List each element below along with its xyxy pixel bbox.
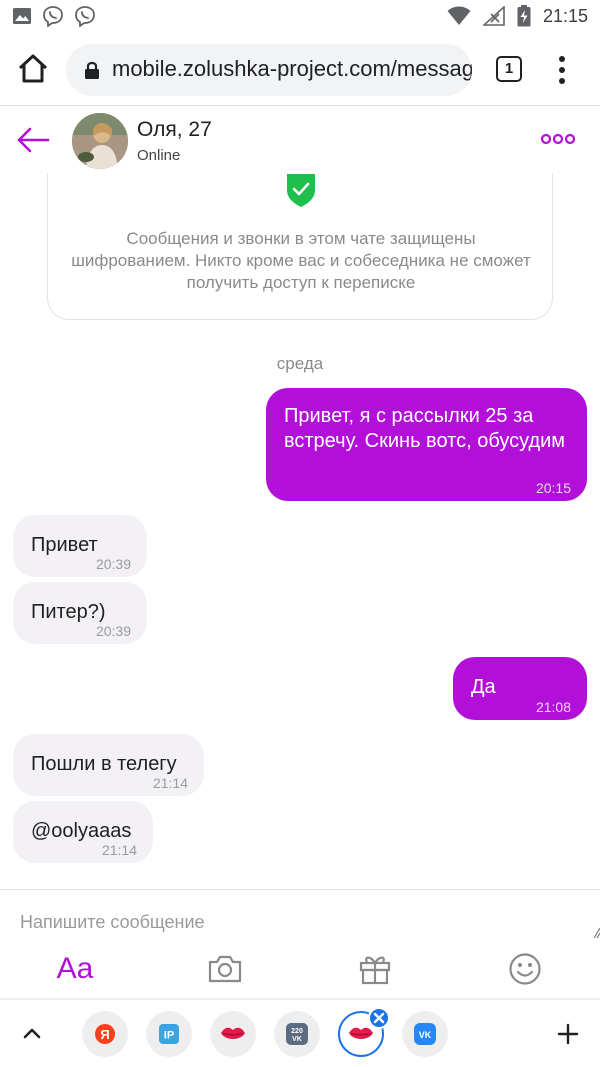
svg-text:IP: IP (164, 1030, 174, 1042)
app-shortcut-220vk[interactable]: 220 VK (274, 1011, 320, 1057)
bottom-app-bar: Я IP 220 VK VK (0, 1000, 600, 1067)
browser-toolbar: mobile.zolushka-project.com/messag 1 (0, 34, 600, 106)
composer-toolbar: Aa (0, 944, 600, 1000)
svg-text:220: 220 (291, 1028, 303, 1035)
status-bar: 21:15 (0, 0, 600, 34)
message-time: 21:08 (535, 699, 571, 715)
text-style-button[interactable]: Aa (50, 944, 100, 994)
message-input[interactable]: Напишите сообщение (20, 912, 205, 933)
message-text: Привет, я с рассылки 25 за встречу. Скин… (284, 405, 566, 452)
gift-button[interactable] (350, 944, 400, 994)
battery-charging-icon (517, 5, 531, 27)
more-options-icon[interactable] (540, 129, 576, 149)
url-text: mobile.zolushka-project.com/messag (112, 56, 472, 81)
clock-time: 21:15 (542, 5, 588, 26)
day-separator: среда (276, 354, 324, 373)
chevron-up-icon[interactable] (20, 1022, 44, 1046)
message-outgoing[interactable]: Да 21:08 (453, 657, 587, 720)
svg-text:VK: VK (292, 1036, 302, 1043)
lock-icon (85, 61, 99, 79)
message-text: Питер?) (31, 601, 106, 623)
composer-divider (0, 889, 600, 890)
app-shortcut-vk[interactable]: VK (402, 1011, 448, 1057)
message-time: 20:15 (535, 480, 571, 496)
wifi-icon (447, 6, 471, 25)
overflow-menu-icon[interactable] (552, 54, 572, 86)
message-incoming[interactable]: Привет 20:39 (13, 515, 147, 577)
message-incoming[interactable]: Пошли в телегу 21:14 (13, 734, 204, 796)
tab-switcher-button[interactable]: 1 (496, 56, 522, 82)
resize-handle-icon[interactable] (594, 928, 600, 938)
message-time: 20:39 (95, 623, 131, 639)
encryption-notice: Сообщения и звонки в этом чате защищены … (47, 150, 553, 320)
app-shortcut-lips[interactable] (210, 1011, 256, 1057)
shield-check-icon (287, 174, 315, 207)
chat-header: Оля, 27 Online (0, 107, 600, 173)
text-style-label: Aa (56, 952, 94, 985)
yandex-icon: Я (95, 1024, 115, 1044)
message-outgoing[interactable]: Привет, я с рассылки 25 за встречу. Скин… (266, 388, 587, 501)
app-shortcut-ip[interactable]: IP (146, 1011, 192, 1057)
message-text: Пошли в телегу (31, 753, 177, 775)
message-time: 21:14 (101, 842, 137, 858)
message-text: Привет (31, 534, 98, 556)
lips-icon (349, 1027, 373, 1039)
plus-icon[interactable] (556, 1022, 580, 1046)
message-incoming[interactable]: @oolyaaas 21:14 (13, 801, 153, 863)
svg-text:Я: Я (100, 1027, 109, 1042)
message-time: 20:39 (95, 556, 131, 572)
camera-button[interactable] (200, 944, 250, 994)
viber-icon (75, 6, 95, 27)
ip-app-icon: IP (159, 1024, 179, 1044)
encryption-notice-text: Сообщения и звонки в этом чате защищены … (71, 229, 531, 292)
gift-icon (359, 956, 391, 985)
close-icon (373, 1012, 385, 1024)
close-app-button[interactable] (368, 1007, 390, 1029)
image-icon (13, 8, 31, 24)
camera-icon (208, 955, 242, 983)
lips-icon (221, 1027, 245, 1039)
contact-name: Оля, 27 (137, 118, 212, 141)
home-icon[interactable] (16, 52, 50, 86)
address-bar[interactable]: mobile.zolushka-project.com/messag (66, 44, 472, 96)
emoji-button[interactable] (500, 944, 550, 994)
message-incoming[interactable]: Питер?) 20:39 (13, 582, 147, 644)
viber-icon (43, 6, 63, 27)
vk-icon: VK (414, 1023, 436, 1045)
no-signal-icon (482, 6, 505, 26)
message-text: Да (471, 676, 496, 698)
220vk-icon: 220VK (286, 1023, 308, 1045)
smiley-icon (509, 953, 541, 985)
avatar[interactable] (72, 113, 128, 169)
app-shortcut-yandex[interactable]: Я (82, 1011, 128, 1057)
online-status: Online (137, 147, 181, 164)
message-time: 21:14 (152, 775, 188, 791)
svg-text:VK: VK (419, 1030, 432, 1040)
back-arrow-icon[interactable] (16, 123, 50, 157)
message-text: @oolyaaas (31, 820, 132, 842)
